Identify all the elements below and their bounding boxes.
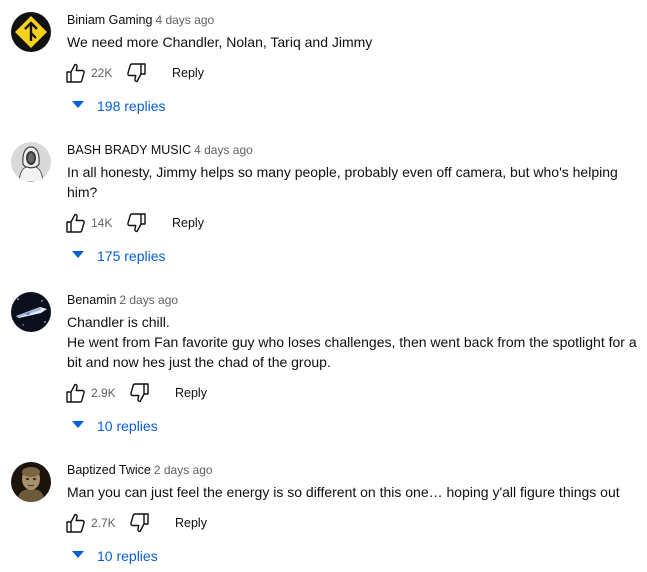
thumb-down-icon [127,63,146,83]
comment-timestamp[interactable]: 2 days ago [154,463,213,477]
comment-author[interactable]: Benamin [67,293,116,307]
like-button[interactable] [64,61,86,85]
comment-text-line: bit and now hes just the chad of the gro… [67,354,331,370]
comment-author[interactable]: BASH BRADY MUSIC [67,143,191,157]
replies-count-label: 198 replies [97,98,166,114]
dislike-button[interactable] [129,381,151,405]
like-count: 2.9K [91,386,116,400]
comment-timestamp[interactable]: 4 days ago [155,13,214,27]
spaceship-avatar [11,292,51,332]
thumb-down-icon [130,513,149,533]
replies-count-label: 175 replies [97,248,166,264]
comment-text: Man you can just feel the energy is so d… [67,482,642,502]
comment-timestamp[interactable]: 4 days ago [194,143,253,157]
reply-button[interactable]: Reply [175,515,207,531]
dislike-button[interactable] [129,511,151,535]
yellow-diamond-arrow-icon [11,12,51,52]
thumb-up-icon [66,213,85,233]
avatar[interactable] [11,142,51,182]
avatar[interactable] [11,292,51,332]
replies-count-label: 10 replies [97,418,158,434]
comment-text: We need more Chandler, Nolan, Tariq and … [67,32,642,52]
hooded-figure-avatar [11,142,51,182]
comment-text-line: He went from Fan favorite guy who loses … [67,334,637,350]
replies-count-label: 10 replies [97,548,158,564]
comment-text: Chandler is chill. He went from Fan favo… [67,312,642,372]
caret-down-icon [72,251,84,258]
caret-down-icon [72,421,84,428]
comment-text-line: We need more Chandler, Nolan, Tariq and … [67,34,373,50]
like-count: 22K [91,66,113,80]
dislike-button[interactable] [126,61,148,85]
comment-text-line: In all honesty, Jimmy helps so many peop… [67,164,618,180]
like-button[interactable] [64,511,86,535]
like-button[interactable] [64,381,86,405]
like-count: 14K [91,216,113,230]
comment-text-line: Man you can just feel the energy is so d… [67,484,620,500]
reply-button[interactable]: Reply [172,215,204,231]
reply-button[interactable]: Reply [172,65,204,81]
comment-text-line: Chandler is chill. [67,314,170,330]
bust-portrait-avatar [11,462,51,502]
caret-down-icon [72,101,84,108]
like-count: 2.7K [91,516,116,530]
comment-timestamp[interactable]: 2 days ago [119,293,178,307]
avatar[interactable] [11,12,51,52]
comment-author[interactable]: Baptized Twice [67,463,151,477]
thumb-down-icon [130,383,149,403]
thumb-up-icon [66,383,85,403]
thumb-down-icon [127,213,146,233]
thumb-up-icon [66,513,85,533]
reply-button[interactable]: Reply [175,385,207,401]
comment-text: In all honesty, Jimmy helps so many peop… [67,162,642,202]
dislike-button[interactable] [126,211,148,235]
comment-text-line: him? [67,184,98,200]
caret-down-icon [72,551,84,558]
comment-author[interactable]: Biniam Gaming [67,13,152,27]
avatar[interactable] [11,462,51,502]
like-button[interactable] [64,211,86,235]
thumb-up-icon [66,63,85,83]
